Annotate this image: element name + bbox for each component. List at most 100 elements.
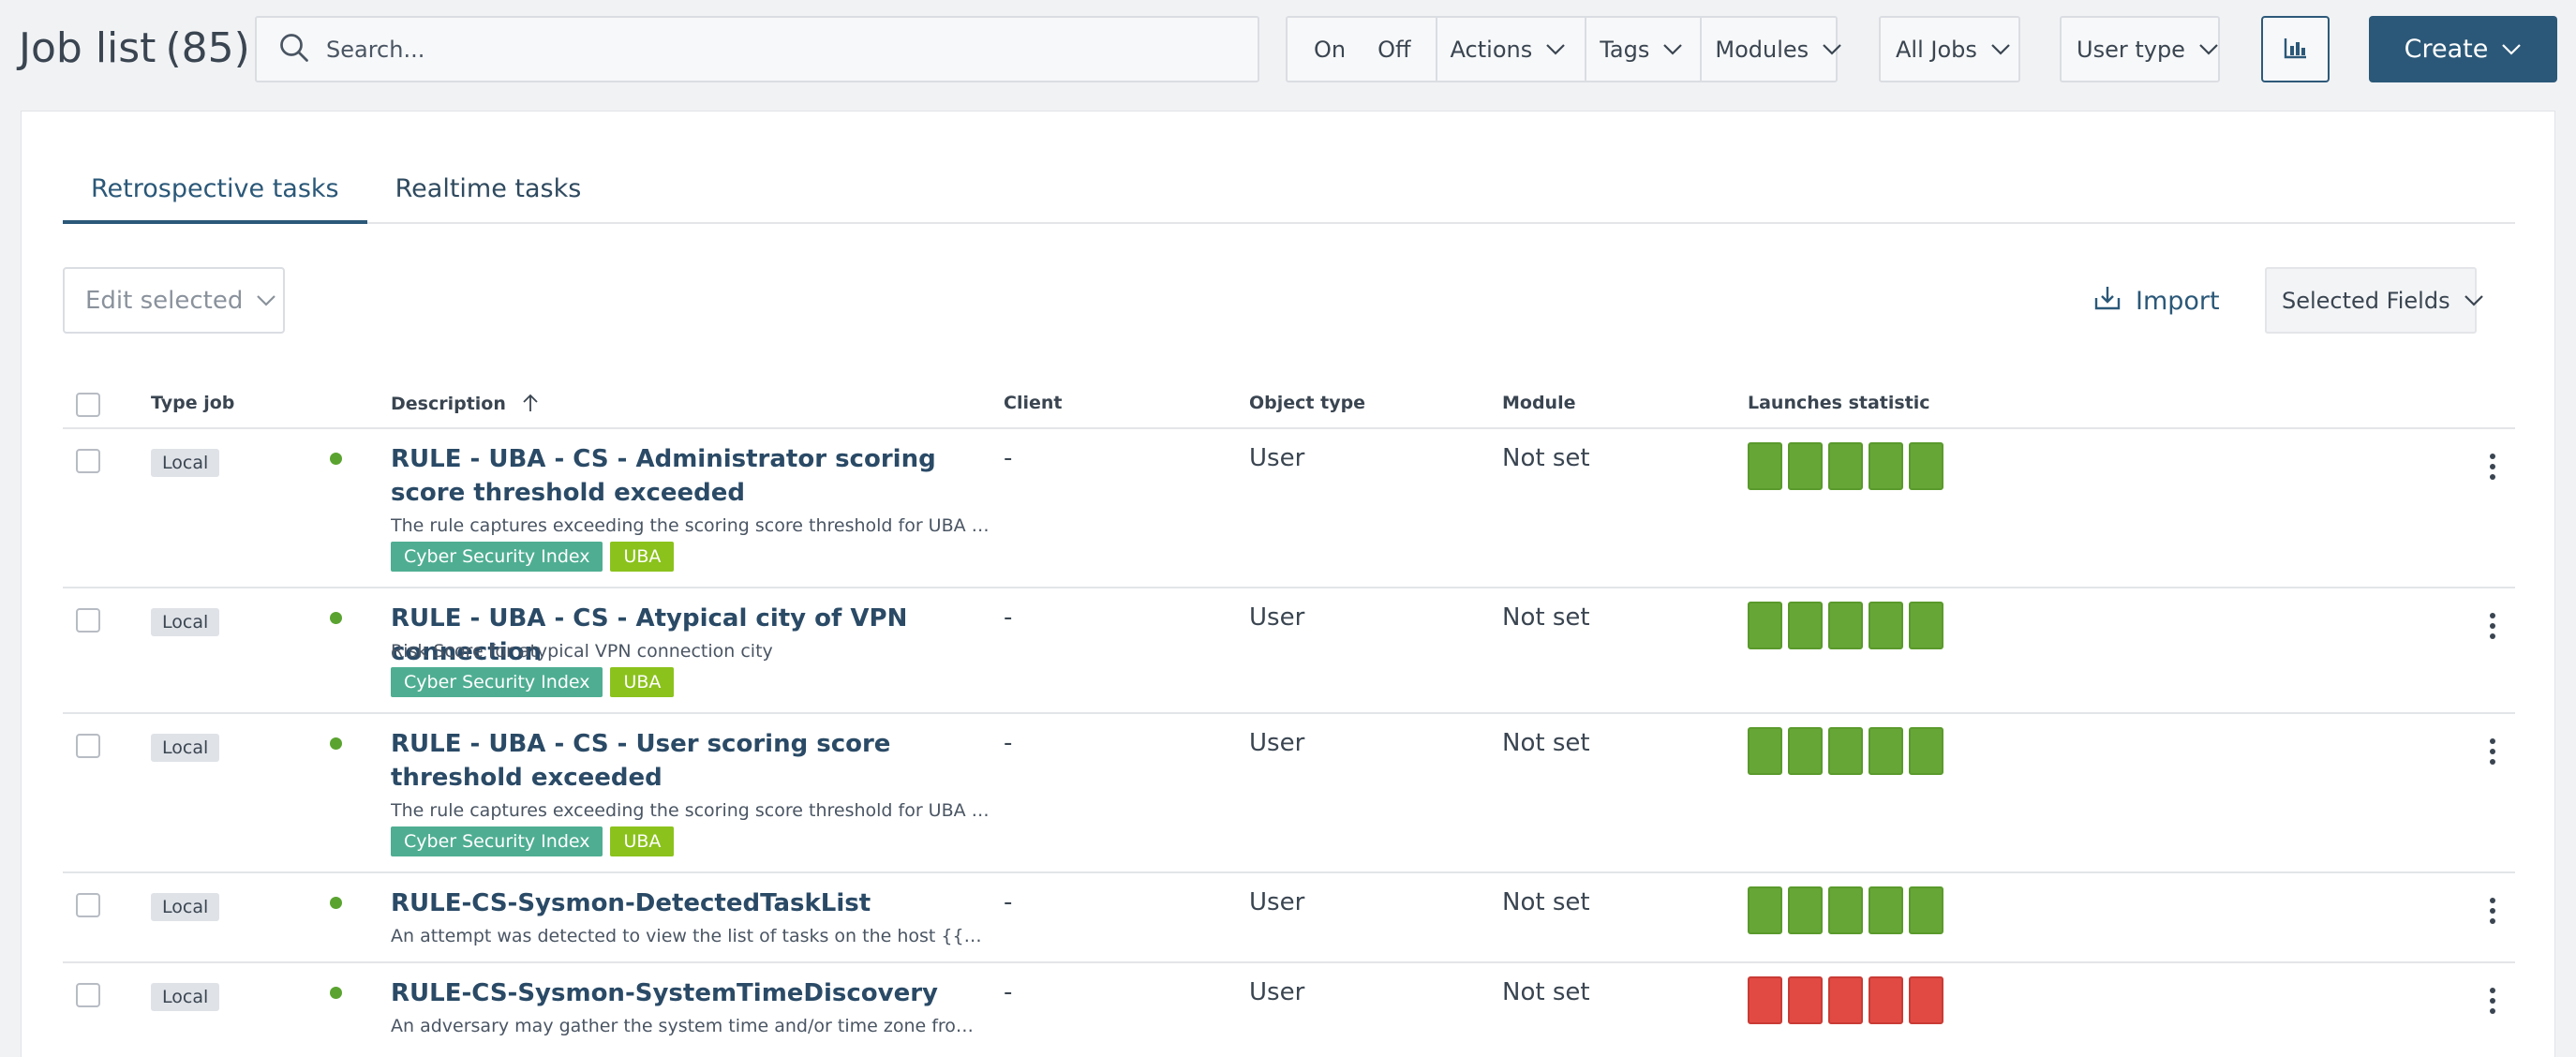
tab-realtime-tasks[interactable]: Realtime tasks <box>367 168 610 224</box>
launch-success-block[interactable] <box>1748 727 1782 775</box>
all-jobs-dropdown[interactable]: All Jobs <box>1879 16 2020 82</box>
tab-bar: Retrospective tasks Realtime tasks <box>63 168 2515 224</box>
select-all-checkbox[interactable] <box>76 393 100 417</box>
launch-success-block[interactable] <box>1788 886 1823 934</box>
selected-fields-dropdown[interactable]: Selected Fields <box>2265 267 2483 334</box>
more-options-icon[interactable] <box>2490 454 2497 482</box>
job-title-link[interactable]: RULE - UBA - CS - Administrator scoring … <box>391 442 990 510</box>
launch-success-block[interactable] <box>1748 602 1782 649</box>
launch-failure-block[interactable] <box>1788 976 1823 1024</box>
user-type-button[interactable]: User type <box>2062 18 2234 81</box>
client-cell: - <box>1004 729 1013 757</box>
job-description: The rule captures exceeding the scoring … <box>391 515 990 536</box>
column-description[interactable]: Description <box>391 393 541 414</box>
more-options-icon[interactable] <box>2490 988 2497 1016</box>
launch-success-block[interactable] <box>1748 442 1782 490</box>
launch-success-block[interactable] <box>1788 602 1823 649</box>
search-input[interactable] <box>326 36 1169 63</box>
launch-success-block[interactable] <box>1909 886 1943 934</box>
tag-chip[interactable]: UBA <box>610 826 675 856</box>
modules-dropdown[interactable]: Modules <box>1700 18 1859 81</box>
on-filter-button[interactable]: On <box>1288 18 1366 81</box>
column-type-job[interactable]: Type job <box>151 393 234 413</box>
launch-failure-block[interactable] <box>1748 976 1782 1024</box>
column-description-label: Description <box>391 394 506 414</box>
launch-success-block[interactable] <box>1828 602 1863 649</box>
table-row[interactable]: Local RULE - UBA - CS - User scoring sco… <box>63 714 2515 873</box>
client-cell: - <box>1004 978 1013 1006</box>
more-options-icon[interactable] <box>2490 738 2497 767</box>
launch-failure-block[interactable] <box>1828 976 1863 1024</box>
launch-success-block[interactable] <box>1748 886 1782 934</box>
all-jobs-label: All Jobs <box>1896 36 1977 63</box>
tag-chip[interactable]: UBA <box>610 542 675 572</box>
user-type-dropdown[interactable]: User type <box>2060 16 2220 82</box>
module-cell: Not set <box>1502 444 1590 472</box>
launch-success-block[interactable] <box>1869 727 1903 775</box>
edit-selected-dropdown[interactable]: Edit selected <box>63 267 285 334</box>
column-object-type[interactable]: Object type <box>1249 393 1365 413</box>
sort-ascending-icon[interactable] <box>520 393 541 413</box>
top-bar: Job list(85) On Off Actions Tags Modules… <box>0 0 2576 103</box>
table-row[interactable]: Local RULE-CS-Sysmon-DetectedTaskList An… <box>63 873 2515 963</box>
bar-chart-icon <box>2283 35 2309 65</box>
actions-label: Actions <box>1450 36 1533 63</box>
row-checkbox[interactable] <box>76 734 100 758</box>
row-checkbox[interactable] <box>76 608 100 633</box>
row-checkbox[interactable] <box>76 893 100 917</box>
filter-group: On Off Actions Tags Modules <box>1286 16 1841 82</box>
tag-list: Cyber Security Index UBA <box>391 667 675 697</box>
tab-retrospective-tasks[interactable]: Retrospective tasks <box>63 168 367 224</box>
launch-failure-block[interactable] <box>1869 976 1903 1024</box>
launch-success-block[interactable] <box>1828 442 1863 490</box>
tag-chip[interactable]: UBA <box>610 667 675 697</box>
table-row[interactable]: Local RULE - UBA - CS - Administrator sc… <box>63 429 2515 588</box>
launch-success-block[interactable] <box>1909 602 1943 649</box>
object-type-cell: User <box>1249 888 1305 916</box>
module-cell: Not set <box>1502 603 1590 632</box>
launch-success-block[interactable] <box>1909 727 1943 775</box>
row-checkbox[interactable] <box>76 983 100 1007</box>
chevron-down-icon <box>1545 43 1566 56</box>
job-count: (85) <box>165 24 250 72</box>
tags-dropdown[interactable]: Tags <box>1585 18 1700 81</box>
row-checkbox[interactable] <box>76 449 100 473</box>
tags-label: Tags <box>1600 36 1650 63</box>
job-title-link[interactable]: RULE-CS-Sysmon-SystemTimeDiscovery <box>391 976 1065 1010</box>
tag-chip[interactable]: Cyber Security Index <box>391 542 603 572</box>
column-client[interactable]: Client <box>1004 393 1062 413</box>
launch-success-block[interactable] <box>1909 442 1943 490</box>
launch-success-block[interactable] <box>1788 727 1823 775</box>
tag-chip[interactable]: Cyber Security Index <box>391 667 603 697</box>
all-jobs-button[interactable]: All Jobs <box>1881 18 2026 81</box>
column-launches-statistic: Launches statistic <box>1748 393 1930 413</box>
more-options-icon[interactable] <box>2490 613 2497 641</box>
chevron-down-icon <box>2501 43 2522 56</box>
launch-success-block[interactable] <box>1869 602 1903 649</box>
type-badge: Local <box>151 983 220 1011</box>
create-button[interactable]: Create <box>2369 16 2557 82</box>
table-row[interactable]: Local RULE-CS-Sysmon-SystemTimeDiscovery… <box>63 963 2515 1053</box>
status-active-indicator <box>330 612 342 624</box>
launches-statistic <box>1748 442 1943 490</box>
import-button[interactable]: Import <box>2092 276 2220 325</box>
off-filter-button[interactable]: Off <box>1366 18 1435 81</box>
launch-success-block[interactable] <box>1828 727 1863 775</box>
launch-success-block[interactable] <box>1869 442 1903 490</box>
page-title: Job list (85) <box>19 24 250 72</box>
column-module[interactable]: Module <box>1502 393 1576 413</box>
launch-failure-block[interactable] <box>1909 976 1943 1024</box>
search-box[interactable] <box>255 16 1259 82</box>
job-title-link[interactable]: RULE - UBA - CS - User scoring score thr… <box>391 727 972 795</box>
launch-success-block[interactable] <box>1869 886 1903 934</box>
actions-dropdown[interactable]: Actions <box>1435 18 1586 81</box>
statistics-button[interactable] <box>2261 16 2330 82</box>
table-row[interactable]: Local RULE - UBA - CS - Atypical city of… <box>63 588 2515 714</box>
job-title-link[interactable]: RULE-CS-Sysmon-DetectedTaskList <box>391 886 1065 920</box>
more-options-icon[interactable] <box>2490 898 2497 926</box>
launch-success-block[interactable] <box>1828 886 1863 934</box>
chevron-down-icon <box>1822 43 1842 56</box>
tag-chip[interactable]: Cyber Security Index <box>391 826 603 856</box>
launch-success-block[interactable] <box>1788 442 1823 490</box>
launches-statistic <box>1748 727 1943 775</box>
